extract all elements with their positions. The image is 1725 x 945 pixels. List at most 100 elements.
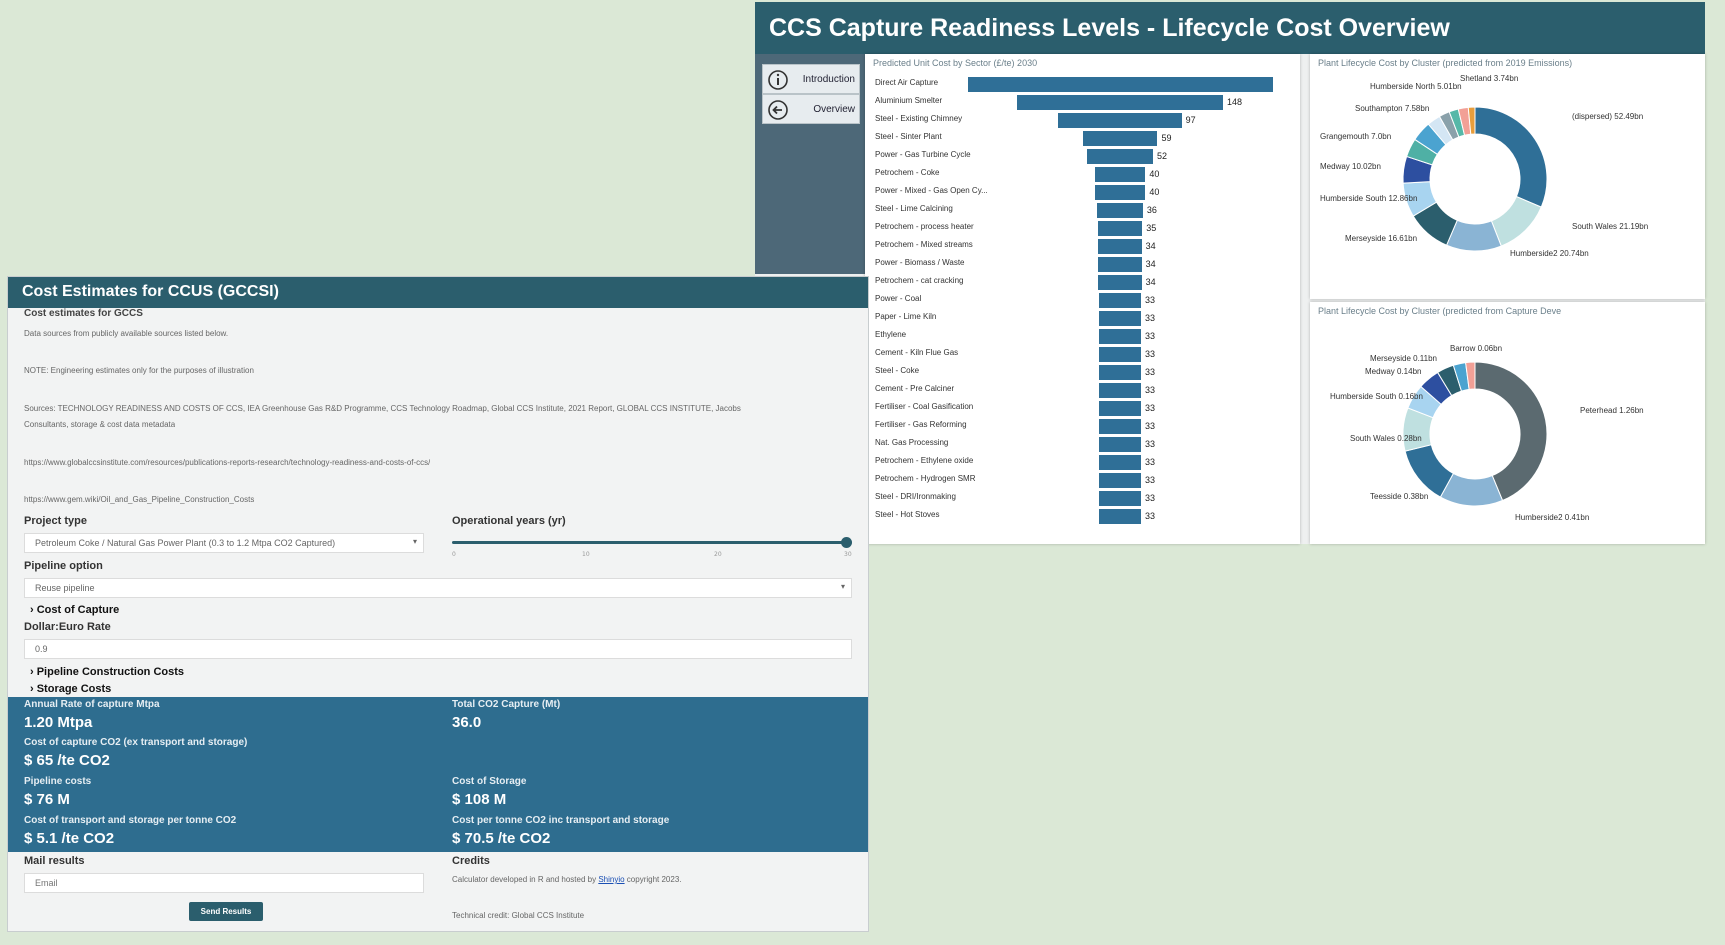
bar[interactable] bbox=[1099, 401, 1141, 416]
transport-storage-label: Cost of transport and storage per tonne … bbox=[24, 815, 237, 826]
bar-value-label: 33 bbox=[1144, 403, 1155, 413]
donut-slice-label: South Wales 0.28bn bbox=[1350, 434, 1422, 443]
donut-slice-label: Teesside 0.38bn bbox=[1370, 492, 1429, 501]
bar[interactable] bbox=[1099, 293, 1141, 308]
nav-overview-button[interactable]: Overview bbox=[762, 94, 860, 124]
total-capture-label: Total CO2 Capture (Mt) bbox=[452, 699, 561, 710]
bar-category-label: Petrochem - Coke bbox=[875, 168, 940, 177]
bar[interactable] bbox=[1099, 509, 1141, 524]
bar-value-label: 33 bbox=[1144, 313, 1155, 323]
bar-value-label: 97 bbox=[1185, 115, 1196, 125]
bar[interactable] bbox=[1099, 491, 1141, 506]
email-input[interactable] bbox=[24, 873, 424, 893]
bar[interactable] bbox=[1094, 167, 1146, 182]
info-icon bbox=[768, 70, 788, 90]
bar[interactable] bbox=[1099, 473, 1141, 488]
bar-category-label: Cement - Kiln Flue Gas bbox=[875, 348, 959, 357]
bar-value-label: 34 bbox=[1145, 241, 1156, 251]
bar-value-label: 33 bbox=[1144, 475, 1155, 485]
bar[interactable] bbox=[1058, 113, 1182, 128]
project-type-value: Petroleum Coke / Natural Gas Power Plant… bbox=[35, 538, 336, 548]
results-panel: Annual Rate of capture Mtpa 1.20 Mtpa To… bbox=[8, 697, 868, 852]
mail-results-label: Mail results bbox=[24, 855, 85, 867]
bar-value-label: 33 bbox=[1144, 295, 1155, 305]
operational-years-label: Operational years (yr) bbox=[452, 515, 566, 527]
bar[interactable] bbox=[1086, 149, 1154, 164]
capture-cost-value: $ 65 /te CO2 bbox=[24, 752, 110, 769]
bar[interactable] bbox=[1099, 311, 1141, 326]
bar-category-label: Steel - Lime Calcining bbox=[875, 204, 953, 213]
annual-rate-label: Annual Rate of capture Mtpa bbox=[24, 699, 160, 710]
sources-text-line1: Sources: TECHNOLOGY READINESS AND COSTS … bbox=[24, 404, 741, 413]
bar[interactable] bbox=[1097, 221, 1143, 236]
credits-line2: Technical credit: Global CCS Institute bbox=[452, 911, 585, 920]
bar-category-label: Ethylene bbox=[875, 330, 907, 339]
bar[interactable] bbox=[1099, 455, 1141, 470]
source-link-2[interactable]: https://www.gem.wiki/Oil_and_Gas_Pipelin… bbox=[24, 495, 254, 504]
storage-cost-label: Cost of Storage bbox=[452, 776, 527, 787]
bar[interactable] bbox=[1098, 257, 1142, 272]
nav-introduction-button[interactable]: Introduction bbox=[762, 64, 860, 94]
bar[interactable] bbox=[1098, 239, 1142, 254]
bar-category-label: Petrochem - cat cracking bbox=[875, 276, 964, 285]
bar[interactable] bbox=[1099, 437, 1141, 452]
dollar-euro-input[interactable]: 0.9 bbox=[24, 639, 852, 659]
capture-cost-label: Cost of capture CO2 (ex transport and st… bbox=[24, 737, 248, 748]
bar[interactable] bbox=[1017, 95, 1223, 110]
storage-cost-value: $ 108 M bbox=[452, 791, 507, 808]
project-type-label: Project type bbox=[24, 515, 87, 527]
pipeline-construction-toggle[interactable]: › Pipeline Construction Costs bbox=[30, 666, 184, 678]
note-text: NOTE: Engineering estimates only for the… bbox=[24, 366, 254, 375]
donut-slice-label: Medway 0.14bn bbox=[1365, 367, 1422, 376]
bar[interactable] bbox=[967, 77, 1273, 92]
bar-value-label: 33 bbox=[1144, 493, 1155, 503]
bar[interactable] bbox=[1099, 419, 1141, 434]
calculator-title: Cost Estimates for CCUS (GCCSI) bbox=[8, 277, 868, 308]
bar-value-label: 33 bbox=[1144, 367, 1155, 377]
bar-category-label: Steel - DRI/Ironmaking bbox=[875, 492, 956, 501]
bar-value-label: 40 bbox=[1149, 187, 1160, 197]
pipeline-option-select[interactable]: Reuse pipeline ▾ bbox=[24, 578, 852, 598]
bar-category-label: Steel - Existing Chimney bbox=[875, 114, 963, 123]
send-results-button[interactable]: Send Results bbox=[189, 902, 263, 921]
credits-link[interactable]: Shinyio bbox=[598, 875, 624, 884]
bar[interactable] bbox=[1099, 329, 1141, 344]
operational-years-slider[interactable]: 0 10 20 30 bbox=[452, 535, 852, 565]
slider-tick: 0 bbox=[452, 551, 456, 558]
project-type-select[interactable]: Petroleum Coke / Natural Gas Power Plant… bbox=[24, 533, 424, 553]
donut-slice-label: (dispersed) 52.49bn bbox=[1572, 112, 1644, 121]
bar-value-label: 35 bbox=[1146, 223, 1157, 233]
cost-of-capture-toggle[interactable]: › Cost of Capture bbox=[30, 604, 119, 616]
bar-category-label: Petrochem - Hydrogen SMR bbox=[875, 474, 976, 483]
calculator-subtitle: Cost estimates for GCCS bbox=[24, 308, 143, 319]
back-arrow-icon bbox=[768, 100, 788, 120]
bar-category-label: Power - Gas Turbine Cycle bbox=[875, 150, 971, 159]
total-capture-value: 36.0 bbox=[452, 714, 482, 731]
source-link-1[interactable]: https://www.globalccsinstitute.com/resou… bbox=[24, 458, 430, 467]
bar[interactable] bbox=[1099, 347, 1141, 362]
storage-costs-toggle[interactable]: › Storage Costs bbox=[30, 683, 111, 695]
pipeline-costs-label: Pipeline costs bbox=[24, 776, 92, 787]
bar[interactable] bbox=[1098, 275, 1142, 290]
bar-value-label: 52 bbox=[1157, 151, 1168, 161]
bar[interactable] bbox=[1082, 131, 1158, 146]
bar-value-label: 33 bbox=[1144, 439, 1155, 449]
bar[interactable] bbox=[1097, 203, 1143, 218]
bar-value-label: 40 bbox=[1149, 169, 1160, 179]
bar[interactable] bbox=[1099, 383, 1141, 398]
total-cost-value: $ 70.5 /te CO2 bbox=[452, 830, 551, 847]
bar[interactable] bbox=[1099, 365, 1141, 380]
donut-slice-label: Humberside South 12.86bn bbox=[1320, 194, 1418, 203]
donut-slice-label: Grangemouth 7.0bn bbox=[1320, 132, 1392, 141]
slider-handle[interactable] bbox=[841, 537, 852, 548]
donut-slice-label: Barrow 0.06bn bbox=[1450, 344, 1503, 353]
credits-prefix: Calculator developed in R and hosted by bbox=[452, 875, 599, 884]
slider-tick: 30 bbox=[844, 551, 852, 558]
donut-slice-label: Merseyside 0.11bn bbox=[1370, 354, 1437, 363]
bar[interactable] bbox=[1094, 185, 1146, 200]
donut-slice[interactable] bbox=[1474, 106, 1548, 208]
slider-tick: 20 bbox=[714, 551, 722, 558]
donut-slice-label: Peterhead 1.26bn bbox=[1580, 406, 1644, 415]
slider-track bbox=[452, 541, 852, 544]
donut-chart-1-panel: Plant Lifecycle Cost by Cluster (predict… bbox=[1310, 54, 1705, 299]
